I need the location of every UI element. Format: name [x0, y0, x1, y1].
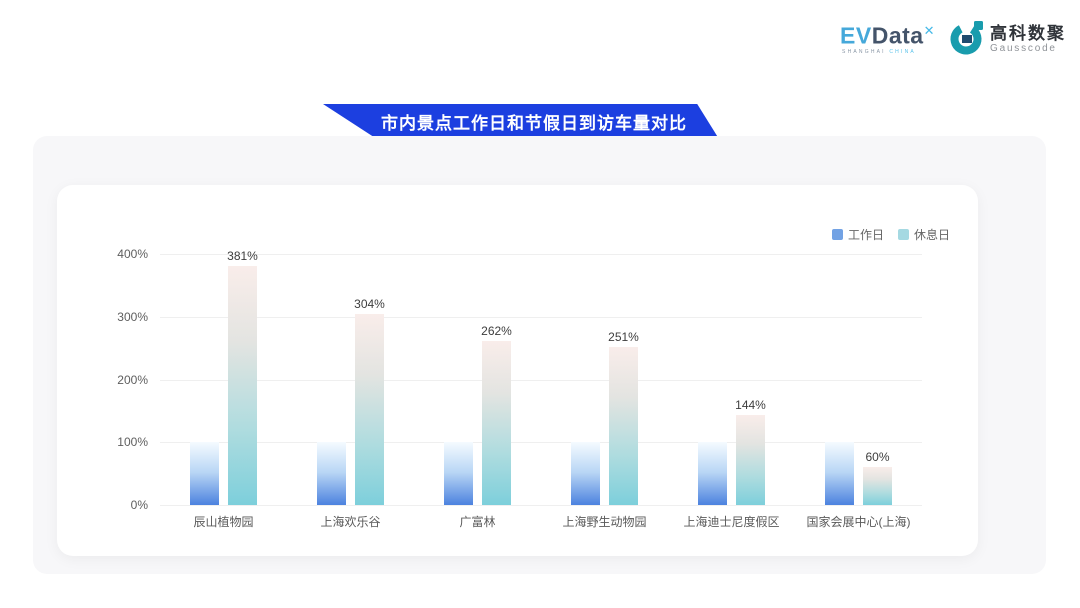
- bar-restday: [609, 347, 638, 505]
- y-axis-tick-label: 0%: [57, 498, 148, 512]
- gausscode-cn: 高科数聚: [990, 25, 1066, 42]
- bar-value-label: 381%: [227, 249, 258, 263]
- x-axis-category-label: 辰山植物园: [193, 513, 253, 530]
- bar-workday: [571, 442, 600, 505]
- gausscode-g-icon: [949, 18, 985, 61]
- bar-value-label: 262%: [481, 324, 512, 338]
- bar-workday: [317, 442, 346, 505]
- page-title: 市内景点工作日和节假日到访车量对比: [355, 109, 687, 134]
- y-axis-tick-label: 200%: [57, 373, 148, 387]
- gausscode-text: 高科数聚 Gausscode: [990, 25, 1066, 54]
- x-axis-category-label: 广富林: [459, 513, 495, 530]
- bar-value-label: 251%: [608, 330, 639, 344]
- x-axis-category-label: 上海迪士尼度假区: [683, 513, 779, 530]
- gausscode-logo: 高科数聚 Gausscode: [949, 18, 1066, 61]
- gridline: [160, 254, 922, 255]
- evdata-x-mark: ✕: [924, 23, 935, 38]
- bar-restday: [482, 341, 511, 505]
- evdata-tagline: SHANGHAI CHINA: [842, 50, 916, 55]
- bar-restday: [863, 467, 892, 505]
- title-banner: 市内景点工作日和节假日到访车量对比: [323, 104, 719, 139]
- evdata-wordmark: EVData✕: [840, 24, 935, 48]
- gridline: [160, 442, 922, 443]
- x-axis-category-label: 上海野生动物园: [562, 513, 646, 530]
- bar-workday: [190, 442, 219, 505]
- bar-value-label: 60%: [865, 450, 889, 464]
- header-logos: EVData✕ SHANGHAI CHINA 高科数聚 Gausscode: [840, 18, 1066, 61]
- bar-workday: [825, 442, 854, 505]
- gausscode-en: Gausscode: [990, 44, 1066, 54]
- evdata-logo: EVData✕ SHANGHAI CHINA: [840, 24, 935, 56]
- chart-card: 工作日休息日 0%100%200%300%400%381%辰山植物园304%上海…: [57, 185, 978, 556]
- bar-value-label: 304%: [354, 297, 385, 311]
- x-axis-category-label: 国家会展中心(上海): [807, 513, 911, 530]
- gridline: [160, 380, 922, 381]
- gridline: [160, 505, 922, 506]
- gridline: [160, 317, 922, 318]
- y-axis-tick-label: 300%: [57, 310, 148, 324]
- bar-chart: 0% 100% 200% 300% 400% 381% 辰山植物园 304% 上海欢乐谷 262%…: [57, 185, 978, 556]
- y-axis-tick-label: 100%: [57, 435, 148, 449]
- page: EVData✕ SHANGHAI CHINA 高科数聚 Gausscode 市内…: [0, 0, 1080, 608]
- bar-workday: [698, 442, 727, 505]
- bar-restday: [355, 314, 384, 505]
- bar-restday: [736, 415, 765, 505]
- x-axis-category-label: 上海欢乐谷: [320, 513, 380, 530]
- y-axis-tick-label: 400%: [57, 247, 148, 261]
- bar-value-label: 144%: [735, 398, 766, 412]
- bar-workday: [444, 442, 473, 505]
- bar-restday: [228, 266, 257, 505]
